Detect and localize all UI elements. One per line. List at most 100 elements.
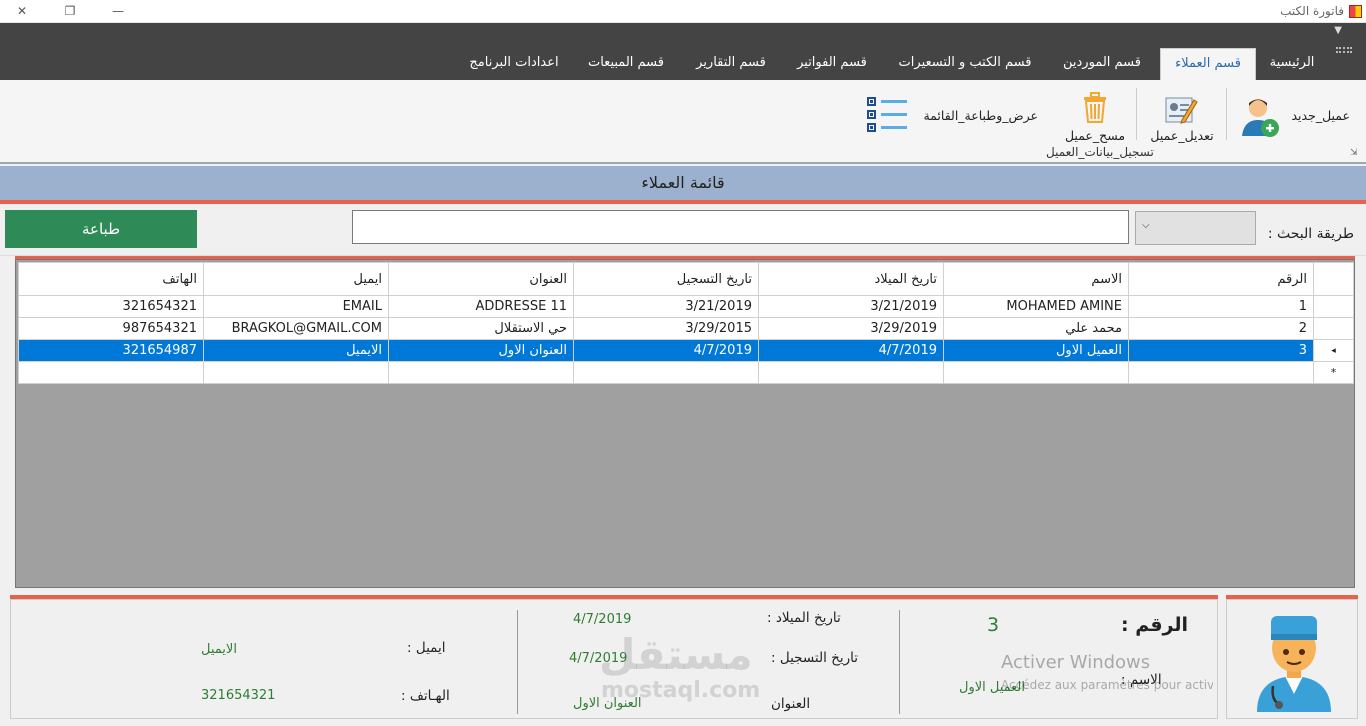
ribbon-separator xyxy=(1226,88,1227,140)
list-icon xyxy=(867,97,907,132)
cell-email[interactable]: EMAIL xyxy=(203,295,389,318)
tab-home[interactable]: الرئيسية xyxy=(1258,48,1326,80)
column-header-address[interactable]: العنوان xyxy=(388,262,574,296)
watermark-brand: مستقل xyxy=(599,630,753,679)
edit-document-icon xyxy=(1165,97,1198,124)
tab-clients[interactable]: قسم العملاء xyxy=(1160,48,1256,80)
phone-label: الهـاتف : xyxy=(401,688,450,704)
cell-email[interactable] xyxy=(203,361,389,384)
doctor-avatar-icon xyxy=(1257,616,1331,712)
edit-client-button[interactable]: تعديل_عميل xyxy=(1140,86,1224,143)
current-row-indicator[interactable]: ◂ xyxy=(1313,339,1354,362)
row-header[interactable] xyxy=(1313,295,1354,318)
search-method-dropdown[interactable]: ⌵ xyxy=(1135,211,1256,245)
quick-access-dropdown-icon[interactable]: ▼ xyxy=(1334,25,1342,36)
delete-client-button[interactable]: مسح_عميل xyxy=(1056,86,1134,143)
tab-reports[interactable]: قسم التقارير xyxy=(686,48,776,80)
table-row[interactable]: 987654321 BRAGKOL@GMAIL.COM حي الاستقلال… xyxy=(18,317,1354,340)
cell-id[interactable]: 3 xyxy=(1128,339,1314,362)
minimize-button[interactable]: — xyxy=(96,0,140,22)
tab-sales[interactable]: قسم المبيعات xyxy=(576,48,676,80)
row-header[interactable] xyxy=(1313,317,1354,340)
cell-email[interactable]: BRAGKOL@GMAIL.COM xyxy=(203,317,389,340)
cell-address[interactable] xyxy=(388,361,574,384)
cell-address[interactable]: العنوان الاول xyxy=(388,339,574,362)
birth-date-value: 4/7/2019 xyxy=(573,612,632,627)
ribbon-grip-icon xyxy=(1336,47,1352,53)
window-title: فاتورة الكتب xyxy=(1280,4,1344,18)
show-print-list-label: عرض_وطباعة_القائمة xyxy=(923,108,1038,123)
cell-registration-date[interactable] xyxy=(573,361,759,384)
id-label: الرقم : xyxy=(1121,614,1189,636)
clients-table: الهاتف ايميل العنوان تاريخ التسجيل تاريخ… xyxy=(18,262,1354,384)
clients-grid[interactable]: الهاتف ايميل العنوان تاريخ التسجيل تاريخ… xyxy=(15,259,1355,588)
add-user-icon xyxy=(1242,99,1279,137)
new-client-button[interactable]: عميل_جديد xyxy=(1236,86,1356,142)
row-header-corner xyxy=(1313,262,1354,296)
registration-date-label: تاريخ التسجيل : xyxy=(771,650,858,666)
cell-phone[interactable] xyxy=(18,361,204,384)
trash-icon xyxy=(1084,92,1106,123)
cell-birth-date[interactable]: 3/29/2019 xyxy=(758,317,944,340)
column-header-name[interactable]: الاسم xyxy=(943,262,1129,296)
edit-client-label: تعديل_عميل xyxy=(1150,128,1214,143)
delete-client-label: مسح_عميل xyxy=(1064,128,1126,143)
table-header-row: الهاتف ايميل العنوان تاريخ التسجيل تاريخ… xyxy=(18,262,1354,296)
new-row-indicator[interactable]: * xyxy=(1313,361,1354,384)
list-title: قائمة العملاء xyxy=(0,166,1366,200)
cell-registration-date[interactable]: 3/21/2019 xyxy=(573,295,759,318)
column-header-email[interactable]: ايميل xyxy=(203,262,389,296)
cell-birth-date[interactable] xyxy=(758,361,944,384)
client-details-panel: الرقم : 3 الاسم : العميل الاول تاريخ الم… xyxy=(10,599,1218,719)
search-input[interactable] xyxy=(352,210,1129,244)
column-header-birth-date[interactable]: تاريخ الميلاد xyxy=(758,262,944,296)
app-icon xyxy=(1349,5,1362,18)
column-header-phone[interactable]: الهاتف xyxy=(18,262,204,296)
column-header-registration-date[interactable]: تاريخ التسجيل xyxy=(573,262,759,296)
cell-birth-date[interactable]: 3/21/2019 xyxy=(758,295,944,318)
cell-registration-date[interactable]: 3/29/2015 xyxy=(573,317,759,340)
maximize-button[interactable]: ❐ xyxy=(48,0,92,22)
new-table-row[interactable]: * xyxy=(18,361,1354,384)
title-bar: ✕ ❐ — فاتورة الكتب xyxy=(0,0,1366,23)
tab-invoices[interactable]: قسم الفواتير xyxy=(784,48,880,80)
tab-settings[interactable]: اعدادات البرنامج xyxy=(458,48,570,80)
client-avatar-panel xyxy=(1226,599,1358,719)
cell-name[interactable]: محمد علي xyxy=(943,317,1129,340)
id-value: 3 xyxy=(987,614,1000,636)
tab-books-pricing[interactable]: قسم الكتب و التسعيرات xyxy=(888,48,1042,80)
search-panel: طباعة ⌵ طريقة البحث : xyxy=(0,204,1366,256)
email-value: الايميل xyxy=(201,642,237,657)
chevron-down-icon: ⌵ xyxy=(1142,220,1150,231)
cell-email[interactable]: الايميل xyxy=(203,339,389,362)
cell-phone[interactable]: 321654987 xyxy=(18,339,204,362)
ribbon-group-label: تسجيل_بيانات_العميل xyxy=(1046,145,1154,159)
table-row-selected[interactable]: 321654987 الايميل العنوان الاول 4/7/2019… xyxy=(18,339,1354,362)
email-label: ايميل : xyxy=(407,640,446,656)
dialog-launcher-icon[interactable]: ⇲ xyxy=(1350,148,1358,158)
cell-name[interactable]: العميل الاول xyxy=(943,339,1129,362)
cell-name[interactable] xyxy=(943,361,1129,384)
tab-suppliers[interactable]: قسم الموردين xyxy=(1052,48,1152,80)
column-header-id[interactable]: الرقم xyxy=(1128,262,1314,296)
show-print-list-button[interactable]: عرض_وطباعة_القائمة xyxy=(862,86,1042,142)
birth-date-label: تاريخ الميلاد : xyxy=(767,610,841,626)
details-separator xyxy=(517,610,518,714)
cell-birth-date[interactable]: 4/7/2019 xyxy=(758,339,944,362)
cell-name[interactable]: MOHAMED AMINE xyxy=(943,295,1129,318)
cell-id[interactable]: 1 xyxy=(1128,295,1314,318)
phone-value: 321654321 xyxy=(201,688,276,703)
cell-id[interactable] xyxy=(1128,361,1314,384)
cell-phone[interactable]: 321654321 xyxy=(18,295,204,318)
cell-address[interactable]: حي الاستقلال xyxy=(388,317,574,340)
activate-windows-title: Activer Windows xyxy=(1001,652,1151,673)
ribbon-separator xyxy=(1136,88,1137,140)
ribbon-tab-bar: ▼ الرئيسية قسم العملاء قسم الموردين قسم … xyxy=(0,23,1366,80)
table-row[interactable]: 321654321 EMAIL ADDRESSE 11 3/21/2019 3/… xyxy=(18,295,1354,318)
print-button[interactable]: طباعة xyxy=(5,210,197,248)
cell-id[interactable]: 2 xyxy=(1128,317,1314,340)
cell-phone[interactable]: 987654321 xyxy=(18,317,204,340)
cell-registration-date[interactable]: 4/7/2019 xyxy=(573,339,759,362)
cell-address[interactable]: ADDRESSE 11 xyxy=(388,295,574,318)
close-button[interactable]: ✕ xyxy=(0,0,44,22)
